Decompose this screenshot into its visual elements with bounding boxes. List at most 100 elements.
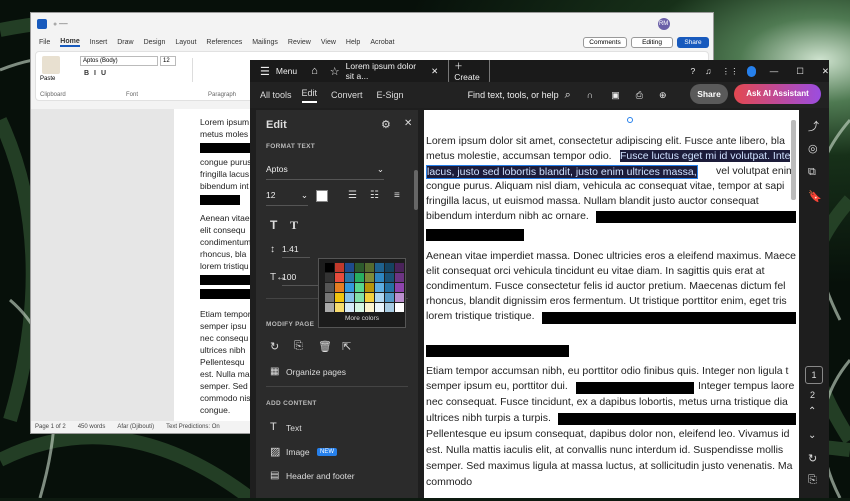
color-swatch[interactable] bbox=[325, 303, 334, 312]
color-swatch[interactable] bbox=[365, 303, 374, 312]
comments-button[interactable]: Comments bbox=[583, 37, 627, 48]
page-down-icon[interactable]: ⌄ bbox=[808, 430, 816, 441]
align-icon[interactable]: ≡ bbox=[394, 190, 400, 201]
paragraph-controls[interactable] bbox=[192, 58, 252, 82]
comments-panel-icon[interactable]: ◎ bbox=[808, 142, 818, 155]
color-swatch[interactable] bbox=[385, 283, 394, 292]
add-image-button[interactable]: Image bbox=[286, 447, 310, 457]
color-swatch[interactable] bbox=[385, 303, 394, 312]
editing-button[interactable]: Editing bbox=[631, 37, 673, 48]
nav-convert[interactable]: Convert bbox=[331, 90, 363, 100]
color-swatch[interactable] bbox=[325, 263, 334, 272]
color-swatch[interactable] bbox=[335, 273, 344, 282]
color-swatch[interactable] bbox=[355, 293, 364, 302]
numbered-list-icon[interactable]: ☷ bbox=[370, 190, 379, 201]
minimize-icon[interactable]: — bbox=[770, 66, 779, 76]
pages-icon[interactable]: ⧉ bbox=[808, 166, 816, 179]
menu-help[interactable]: Help bbox=[346, 39, 360, 46]
color-swatch[interactable] bbox=[325, 273, 334, 282]
bookmark-icon[interactable]: 🔖 bbox=[808, 190, 822, 203]
line-spacing-field[interactable]: 1.41 bbox=[282, 244, 310, 258]
menu-home[interactable]: Home bbox=[60, 38, 80, 47]
export-icon[interactable]: ⤴ bbox=[808, 118, 819, 134]
close-tab-icon[interactable]: ✕ bbox=[431, 66, 438, 77]
color-swatch[interactable] bbox=[345, 303, 354, 312]
more-colors-link[interactable]: More colors bbox=[345, 315, 379, 322]
text-style-serif-icon[interactable]: T bbox=[290, 218, 298, 233]
search-icon[interactable]: ⌕ bbox=[565, 89, 571, 102]
color-swatch[interactable] bbox=[335, 283, 344, 292]
nav-all-tools[interactable]: All tools bbox=[260, 90, 292, 100]
color-swatch[interactable] bbox=[355, 283, 364, 292]
page-1-indicator[interactable]: 1 bbox=[805, 366, 823, 384]
add-text-button[interactable]: Text bbox=[286, 423, 302, 433]
extract-page-icon[interactable]: ⇱ bbox=[342, 340, 351, 353]
link-icon[interactable]: ⊕ bbox=[659, 90, 667, 101]
color-swatch[interactable] bbox=[395, 303, 404, 312]
document-icon[interactable]: ⎘ bbox=[808, 474, 817, 487]
document-tab[interactable]: Lorem ipsum dolor sit a... bbox=[346, 61, 425, 81]
color-swatch[interactable] bbox=[335, 263, 344, 272]
color-swatch[interactable] bbox=[385, 273, 394, 282]
insert-page-icon[interactable]: ⎘ bbox=[294, 340, 303, 353]
status-language[interactable]: Afar (Djibouti) bbox=[117, 424, 154, 430]
color-swatch[interactable] bbox=[385, 263, 394, 272]
home-icon[interactable]: ⌂ bbox=[311, 65, 318, 77]
menu-references[interactable]: References bbox=[206, 39, 242, 46]
doc-scrollbar[interactable] bbox=[791, 120, 796, 200]
color-swatch[interactable] bbox=[345, 263, 354, 272]
maximize-icon[interactable]: ☐ bbox=[796, 66, 804, 77]
menu-draw[interactable]: Draw bbox=[117, 39, 133, 46]
font-color-swatch[interactable] bbox=[316, 190, 328, 202]
word-font-select[interactable]: Aptos (Body) bbox=[80, 56, 158, 66]
color-swatch[interactable] bbox=[395, 263, 404, 272]
color-swatch[interactable] bbox=[365, 273, 374, 282]
format-buttons[interactable]: BIU bbox=[84, 70, 111, 77]
rotate-handle[interactable] bbox=[627, 117, 633, 123]
color-swatch[interactable] bbox=[335, 293, 344, 302]
organize-pages-link[interactable]: Organize pages bbox=[286, 367, 346, 377]
color-swatch[interactable] bbox=[325, 283, 334, 292]
word-size-select[interactable]: 12 bbox=[160, 56, 176, 66]
menu-view[interactable]: View bbox=[321, 39, 336, 46]
acrobat-share-button[interactable]: Share bbox=[690, 84, 728, 104]
color-swatch[interactable] bbox=[355, 303, 364, 312]
autosave-toggle[interactable]: ● ━━ bbox=[53, 20, 68, 28]
font-size-select[interactable]: 12 ⌄ bbox=[266, 190, 308, 206]
status-words[interactable]: 450 words bbox=[78, 424, 106, 430]
close-window-icon[interactable]: ✕ bbox=[822, 66, 829, 77]
color-swatch[interactable] bbox=[345, 273, 354, 282]
apps-icon[interactable]: ⋮⋮ bbox=[722, 66, 739, 77]
menu-design[interactable]: Design bbox=[144, 39, 166, 46]
nav-edit[interactable]: Edit bbox=[301, 88, 318, 103]
color-swatch[interactable] bbox=[345, 293, 354, 302]
menu-acrobat[interactable]: Acrobat bbox=[370, 39, 394, 46]
user-avatar[interactable]: RM bbox=[657, 18, 670, 30]
menu-file[interactable]: File bbox=[39, 39, 50, 46]
menu-layout[interactable]: Layout bbox=[175, 39, 196, 46]
headphones-icon[interactable]: ∩ bbox=[587, 90, 593, 100]
doc-selected-text[interactable]: lacus, justo sed lobortis blandit, justo… bbox=[426, 165, 698, 179]
rotate-icon[interactable]: ↻ bbox=[270, 340, 279, 353]
ai-assistant-button[interactable]: Ask AI Assistant bbox=[734, 84, 821, 104]
color-swatch[interactable] bbox=[365, 293, 374, 302]
menu-mailings[interactable]: Mailings bbox=[252, 39, 278, 46]
menu-label[interactable]: Menu bbox=[276, 66, 297, 76]
hamburger-icon[interactable]: ☰ bbox=[260, 65, 270, 78]
page-2-indicator[interactable]: 2 bbox=[810, 390, 815, 400]
color-swatch[interactable] bbox=[395, 283, 404, 292]
nav-esign[interactable]: E-Sign bbox=[377, 90, 404, 100]
color-swatch[interactable] bbox=[335, 303, 344, 312]
color-swatch[interactable] bbox=[365, 263, 374, 272]
help-icon[interactable]: ? bbox=[690, 66, 695, 76]
panel-scrollbar[interactable] bbox=[414, 170, 418, 210]
profile-icon[interactable] bbox=[746, 65, 756, 77]
menu-review[interactable]: Review bbox=[288, 39, 311, 46]
print-icon[interactable]: ⎙ bbox=[636, 90, 643, 101]
save-icon[interactable]: ▣ bbox=[611, 90, 620, 101]
color-swatch[interactable] bbox=[355, 273, 364, 282]
paste-icon[interactable] bbox=[42, 56, 60, 74]
doc-selected-text[interactable]: Fusce luctus eget mi id volutpat. Inte bbox=[620, 150, 791, 162]
font-select[interactable]: Aptos ⌄ bbox=[266, 164, 384, 180]
status-predictions[interactable]: Text Predictions: On bbox=[166, 424, 220, 430]
